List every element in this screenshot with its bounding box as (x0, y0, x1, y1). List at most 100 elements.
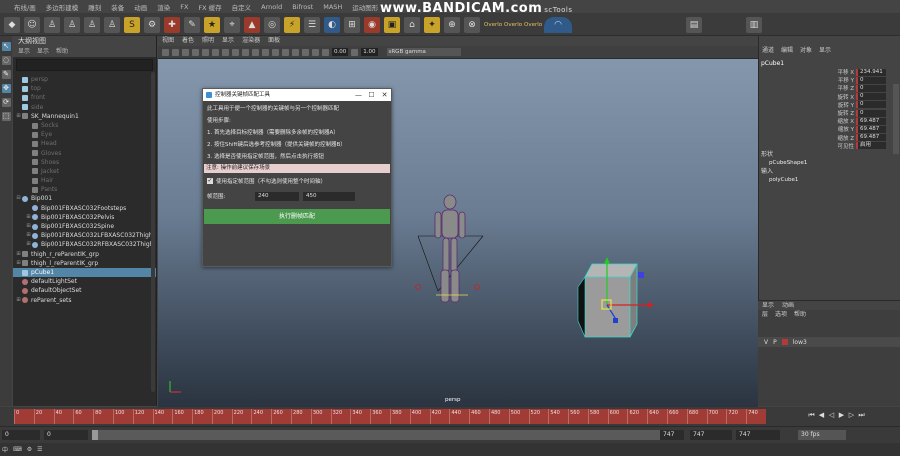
attribute-value[interactable]: 234.941 (856, 68, 886, 76)
outliner-scrollbar[interactable] (151, 72, 155, 392)
frame-range-checkbox[interactable]: ✓ 使用指定帧范围（不勾选则使用整个时间轴） (207, 176, 387, 186)
xray-joints-icon[interactable] (292, 48, 299, 56)
outliner-item[interactable]: Socks (13, 121, 156, 130)
scale-tool-icon[interactable]: ⬚ (1, 112, 11, 121)
outliner-item[interactable]: pCube1 (13, 267, 156, 278)
outliner-item[interactable]: ⊟ Bip001 (13, 194, 156, 203)
tool-icon[interactable]: ⌖ (224, 16, 240, 33)
attribute-row[interactable]: 旋转 Y0 (761, 101, 900, 109)
shapes-section[interactable]: 形状 (759, 150, 900, 159)
select-tool-icon[interactable]: ↖ (1, 42, 11, 51)
layer-playback-toggle[interactable]: P (773, 339, 777, 346)
tool-icon[interactable]: ▥ (746, 16, 762, 33)
attribute-value[interactable]: 69.487 (856, 134, 886, 142)
tool-icon[interactable]: ★ (204, 16, 220, 33)
attribute-value[interactable]: 0 (856, 93, 886, 101)
skeleton-icon[interactable]: ♙ (84, 16, 100, 33)
viewport-menu-item[interactable]: 着色 (182, 36, 194, 46)
menu-item[interactable]: 装备 (111, 2, 124, 12)
attribute-value[interactable]: 0 (856, 101, 886, 109)
tool-icon[interactable]: ✎ (184, 16, 200, 33)
outliner-search-input[interactable] (16, 59, 153, 71)
outliner-item[interactable]: Head (13, 139, 156, 148)
menu-item[interactable]: 自定义 (232, 2, 252, 12)
attribute-row[interactable]: 缩放 X 69.487 (761, 117, 900, 125)
lasso-tool-icon[interactable]: ◌ (1, 56, 11, 65)
gamma-icon[interactable] (351, 48, 359, 56)
tool-icon[interactable]: ◠ (544, 16, 572, 33)
expand-icon[interactable]: ⊞ (15, 250, 22, 259)
attribute-value[interactable]: 0 (856, 109, 886, 117)
expand-icon[interactable]: ⊞ (25, 240, 32, 249)
attribute-row[interactable]: 缩放 Z 69.487 (761, 134, 900, 142)
tool-icon[interactable]: ⌂ (404, 16, 420, 33)
range-end-input[interactable]: 450 (303, 191, 355, 201)
outliner-item[interactable]: Hair (13, 176, 156, 185)
outliner-item[interactable]: Pants (13, 185, 156, 194)
tool-icon[interactable]: ▲ (244, 16, 260, 33)
expand-icon[interactable]: ⊞ (15, 259, 22, 268)
expand-icon[interactable]: ⊞ (25, 222, 32, 231)
menu-item[interactable]: 动画 (134, 2, 147, 12)
input-node-name[interactable]: polyCube1 (759, 176, 900, 184)
fps-select[interactable]: 30 fps (798, 430, 846, 440)
outliner-item[interactable]: defaultObjectSet (13, 286, 156, 295)
tool-icon[interactable]: ◉ (364, 16, 380, 33)
attribute-row[interactable]: 平移 Y0 (761, 76, 900, 84)
step-back-icon[interactable]: ◀ (818, 411, 825, 420)
attribute-row[interactable]: 平移 Z0 (761, 84, 900, 92)
channelbox-menu-item[interactable]: 编辑 (781, 46, 793, 56)
outliner-item[interactable]: ⊞ Bip001FBXASC032Spine (13, 222, 156, 231)
tool-icon[interactable]: ⊞ (344, 16, 360, 33)
human-icon[interactable]: ☺ (24, 16, 40, 33)
viewport-menu-item[interactable]: 显示 (222, 36, 234, 46)
attribute-value[interactable]: 0 (856, 84, 886, 92)
menu-item[interactable]: 运动图形 (352, 2, 378, 12)
outliner-item[interactable]: ⊞ Bip001FBXASC032Pelvis (13, 213, 156, 222)
layer-menu-item[interactable]: 帮助 (794, 310, 806, 320)
expand-icon[interactable]: ⊞ (25, 213, 32, 222)
viewport-menu-item[interactable]: 渲染器 (242, 36, 260, 46)
grid-icon[interactable] (182, 48, 189, 56)
expand-icon[interactable]: ⊞ (15, 112, 22, 121)
playback-end-field[interactable]: 747 (736, 430, 780, 440)
isolate-icon[interactable] (272, 48, 279, 56)
paint-tool-icon[interactable]: ✎ (1, 70, 11, 79)
outliner-item[interactable]: Jacket (13, 167, 156, 176)
tool-icon[interactable]: ▣ (384, 16, 400, 33)
attribute-value[interactable]: 启用 (856, 142, 886, 150)
outliner-item[interactable]: front (13, 93, 156, 102)
outliner-item[interactable]: top (13, 84, 156, 93)
outliner-item[interactable]: ⊞ Bip001FBXASC032LFBXASC032Thigh (13, 231, 156, 240)
layer-tab-display[interactable]: 显示 (762, 301, 774, 310)
range-end-field[interactable]: 747 (660, 430, 684, 440)
skeleton-icon[interactable]: ♙ (44, 16, 60, 33)
outliner-item[interactable]: ⊞ SK_Mannequin1 (13, 112, 156, 121)
menu-item[interactable]: Arnold (261, 3, 282, 11)
go-to-start-icon[interactable]: ⏮ (808, 411, 815, 420)
viewport-menu-item[interactable]: 面板 (268, 36, 280, 46)
shaded-icon[interactable] (202, 48, 209, 56)
camera-icon[interactable] (162, 48, 169, 56)
xray-icon[interactable] (282, 48, 289, 56)
expand-icon[interactable]: ⊞ (15, 296, 22, 305)
anim-end-field[interactable]: 747 (690, 430, 732, 440)
run-match-button[interactable]: 执行删帧匹配 (204, 209, 390, 224)
gamma-field[interactable]: 1.00 (361, 48, 378, 56)
play-forward-icon[interactable]: ▶ (838, 411, 845, 420)
tray-icon[interactable]: ⚙ (27, 446, 32, 453)
light-icon[interactable] (222, 48, 229, 56)
channelbox-menu-item[interactable]: 显示 (819, 46, 831, 56)
tray-icon[interactable]: ☰ (37, 446, 42, 453)
ao-icon[interactable] (242, 48, 249, 56)
minimize-icon[interactable]: — (352, 89, 365, 101)
outliner-item[interactable]: Gloves (13, 149, 156, 158)
range-slider[interactable] (92, 430, 682, 440)
outliner-menu-item[interactable]: 显示 (18, 47, 30, 57)
outliner-item[interactable]: Bip001FBXASC032Footsteps (13, 204, 156, 213)
outliner-item[interactable]: side (13, 103, 156, 112)
shape-node-name[interactable]: pCubeShape1 (759, 159, 900, 167)
attribute-row[interactable]: 缩放 Y 69.487 (761, 125, 900, 133)
maximize-icon[interactable]: ☐ (365, 89, 378, 101)
skeleton-icon[interactable]: ♙ (64, 16, 80, 33)
